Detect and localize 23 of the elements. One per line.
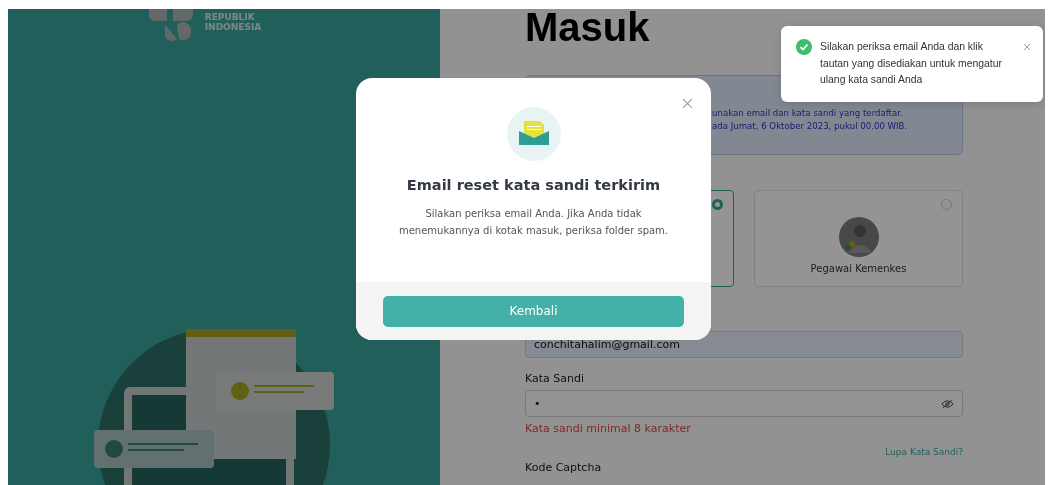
modal-title: Email reset kata sandi terkirim [406, 177, 661, 193]
error-message: Kata sandi minimal 8 karakter [525, 422, 692, 435]
toast-message: Silakan periksa email Anda dan klik tautan yang disediakan untuk mengatur ulang kata sandi Anda [820, 40, 1003, 87]
doctor-avatar-icon [838, 217, 879, 257]
email-value: conchitahalim@gmail.com [534, 338, 680, 351]
close-icon[interactable] [682, 98, 693, 109]
password-label: Kata Sandi [525, 372, 586, 385]
check-circle-icon [796, 39, 812, 55]
password-value: • [534, 397, 541, 410]
modal-message: Silakan periksa email Anda. Jika Anda tidak menemukannya di kotak masuk, periksa folder spam. [397, 207, 670, 238]
role-card[interactable]: Pegawai Kemenkes [754, 190, 963, 287]
brand-name: REPUBLIK [204, 12, 256, 22]
page-title: Masuk [525, 9, 651, 45]
close-icon[interactable] [1023, 43, 1031, 51]
envelope-icon [506, 107, 561, 161]
eye-slash-icon[interactable] [941, 398, 954, 409]
brand-name: INDONESIA [204, 22, 262, 32]
notice-text: ada Jumat, 6 Oktober 2023, pukul 00.00 WIB. [712, 121, 909, 131]
captcha-label: Kode Captcha [525, 461, 603, 474]
role-label: Pegawai Kemenkes [810, 263, 907, 274]
password-field[interactable]: • [525, 390, 963, 417]
logo-icon [146, 9, 195, 41]
notice-text: unakan email dan kata sandi yang terdaftar. [712, 108, 904, 118]
